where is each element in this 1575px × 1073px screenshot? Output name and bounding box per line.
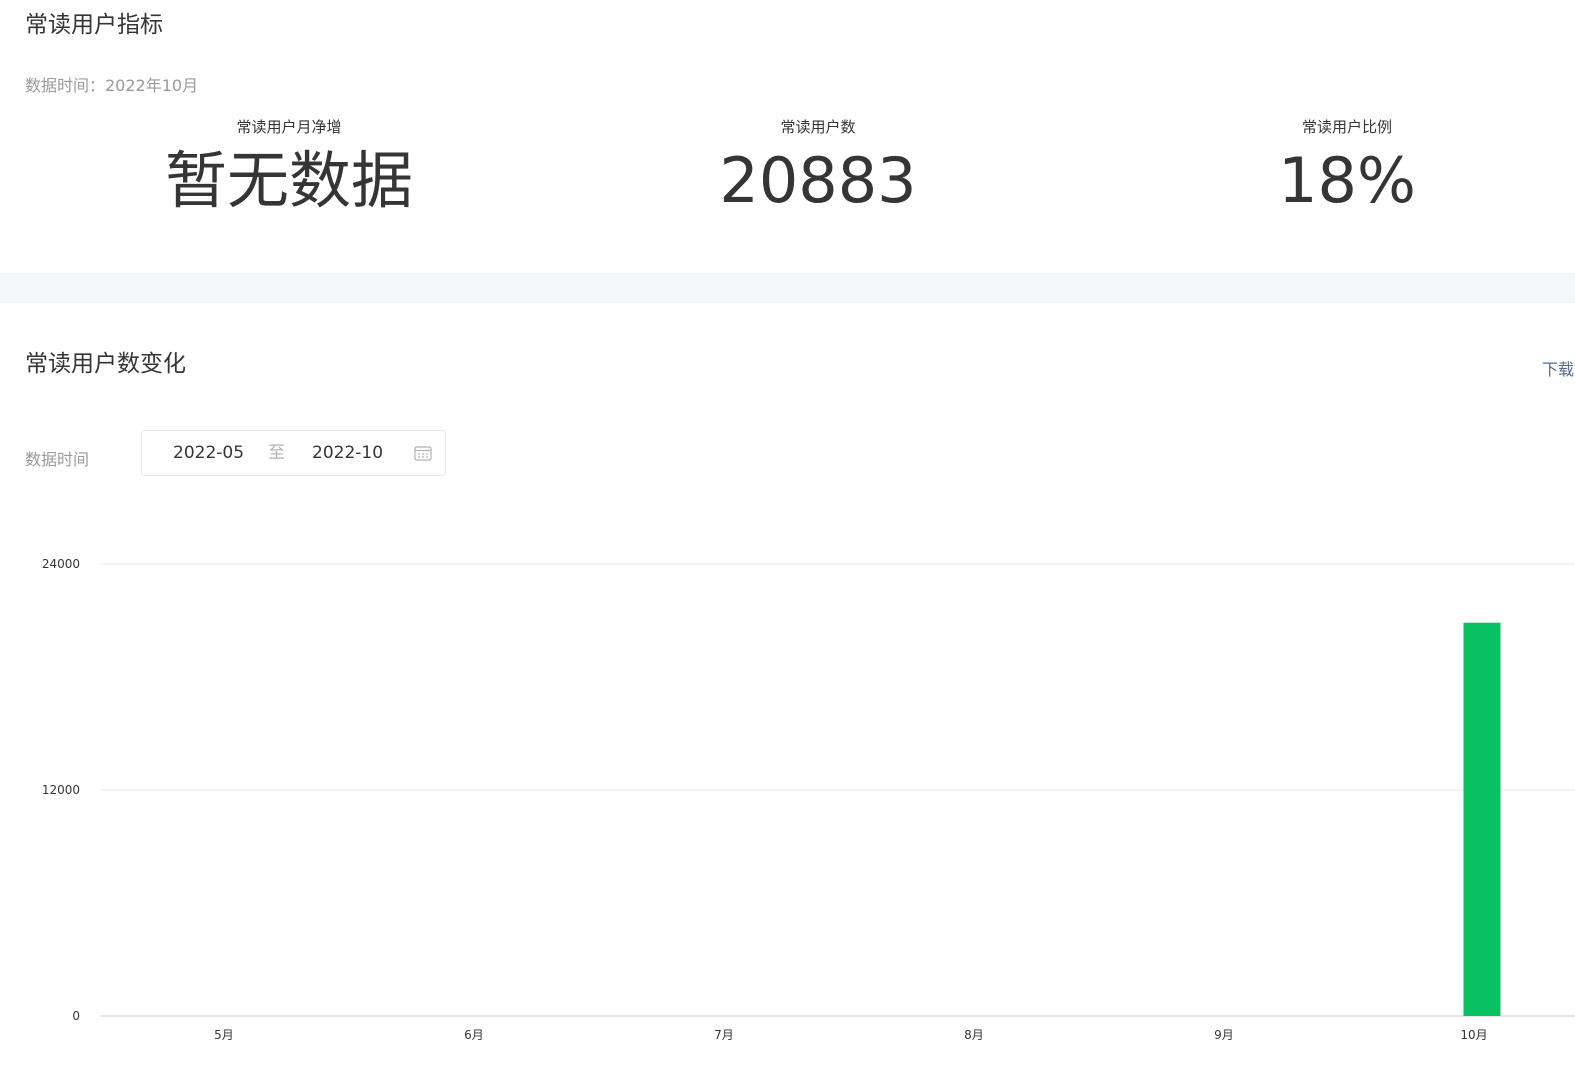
x-tick-label: 5月 xyxy=(214,1028,234,1042)
download-data-link[interactable]: 下载数据 xyxy=(1542,356,1575,380)
y-tick-label: 12000 xyxy=(42,783,80,797)
metric-user-ratio: 常读用户比例 18% xyxy=(1147,118,1547,216)
bar xyxy=(1463,622,1501,1016)
metric-value: 18% xyxy=(1278,144,1416,217)
x-tick-label: 9月 xyxy=(1214,1028,1234,1042)
metric-user-count: 常读用户数 20883 xyxy=(618,118,1018,216)
metric-label: 常读用户比例 xyxy=(1301,118,1392,136)
date-range-end[interactable]: 2022-10 xyxy=(312,443,383,463)
x-tick-label: 8月 xyxy=(964,1028,984,1042)
x-tick-label: 7月 xyxy=(714,1028,734,1042)
y-tick-label: 24000 xyxy=(42,557,80,571)
date-range-picker[interactable]: 2022-05 至 2022-10 xyxy=(141,430,446,476)
metric-value: 20883 xyxy=(719,144,917,217)
metric-value: 暂无数据 xyxy=(164,144,413,217)
date-filter-label: 数据时间 xyxy=(25,450,90,469)
chart-canvas: 0 12000 24000 5月 6月 7月 8月 9月 10月 xyxy=(42,557,1575,1042)
indicators-title: 常读用户指标 xyxy=(25,12,163,38)
calendar-icon[interactable] xyxy=(414,445,432,461)
metric-label: 常读用户月净增 xyxy=(236,118,342,136)
y-tick-label: 0 xyxy=(72,1009,80,1023)
date-range-separator: 至 xyxy=(268,443,285,463)
indicators-section: 常读用户指标 数据时间：2022年10月 常读用户月净增 暂无数据 常读用户数 … xyxy=(0,0,1575,273)
metric-net-growth: 常读用户月净增 暂无数据 xyxy=(89,118,489,216)
trend-title: 常读用户数变化 xyxy=(25,351,186,377)
user-count-chart: 0 12000 24000 5月 6月 7月 8月 9月 10月 xyxy=(0,540,1575,1060)
section-divider xyxy=(0,273,1575,303)
date-range-start[interactable]: 2022-05 xyxy=(173,443,244,463)
metric-label: 常读用户数 xyxy=(780,118,856,136)
x-tick-label: 10月 xyxy=(1460,1028,1487,1042)
indicators-data-time: 数据时间：2022年10月 xyxy=(25,76,199,95)
x-tick-label: 6月 xyxy=(464,1028,484,1042)
